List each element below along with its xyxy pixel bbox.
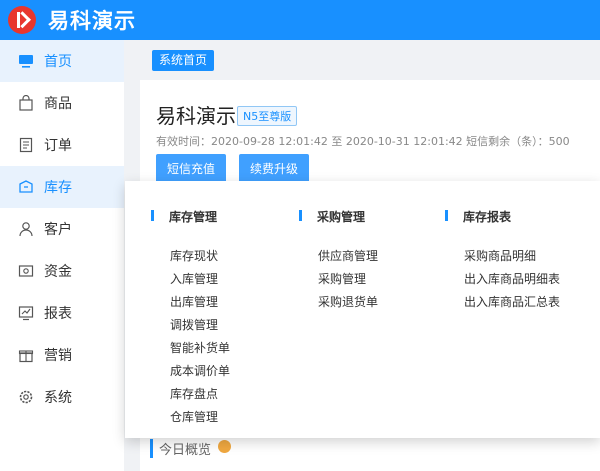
- document-list-icon: [18, 137, 34, 153]
- sidebar-item-home[interactable]: 首页: [0, 40, 124, 82]
- breadcrumb-tab-home[interactable]: 系统首页: [152, 50, 215, 71]
- edition-badge: N5至尊版: [237, 106, 298, 126]
- sidebar-item-reports[interactable]: 报表: [0, 292, 124, 334]
- sidebar-item-label: 首页: [44, 54, 72, 70]
- sidebar-item-orders[interactable]: 订单: [0, 124, 124, 166]
- sidebar-item-label: 库存: [44, 180, 72, 196]
- store-info-card: 易科演示 N5至尊版 有效时间：2020-09-28 12:01:42 至 20…: [140, 80, 600, 190]
- shopping-bag-icon: [18, 95, 34, 111]
- menu-column-title: 库存管理: [151, 209, 230, 225]
- menu-column-title: 库存报表: [445, 209, 560, 225]
- menu-column-inventory-management: 库存管理 库存现状 入库管理 出库管理 调拨管理 智能补货单 成本调价单 库存盘…: [151, 209, 230, 429]
- wallet-icon: [18, 263, 34, 279]
- menu-item-smart-replenish[interactable]: 智能补货单: [151, 337, 230, 360]
- menu-item-suppliers[interactable]: 供应商管理: [299, 245, 378, 268]
- top-bar: 易科演示: [0, 0, 600, 40]
- sidebar-item-label: 商品: [44, 96, 72, 112]
- sidebar-item-customers[interactable]: 客户: [0, 208, 124, 250]
- menu-item-cost-adjust[interactable]: 成本调价单: [151, 360, 230, 383]
- sms-recharge-button[interactable]: 短信充值: [156, 154, 226, 184]
- sidebar-item-label: 系统: [44, 390, 72, 406]
- sidebar-item-label: 订单: [44, 138, 72, 154]
- menu-item-stocktake[interactable]: 库存盘点: [151, 383, 230, 406]
- menu-item-inbound[interactable]: 入库管理: [151, 268, 230, 291]
- logo-icon[interactable]: [8, 6, 36, 34]
- sidebar-item-label: 客户: [44, 222, 72, 238]
- menu-item-purchase-returns[interactable]: 采购退货单: [299, 291, 378, 314]
- menu-column-purchase-management: 采购管理 供应商管理 采购管理 采购退货单: [299, 209, 378, 314]
- user-icon: [18, 221, 34, 237]
- menu-item-io-detail[interactable]: 出入库商品明细表: [445, 268, 560, 291]
- menu-item-io-summary[interactable]: 出入库商品汇总表: [445, 291, 560, 314]
- sidebar: 首页 商品 订单 库存 客户 资金 报表 营销 系统: [0, 40, 124, 471]
- sidebar-item-label: 营销: [44, 348, 72, 364]
- validity-text: 有效时间：2020-09-28 12:01:42 至 2020-10-31 12…: [156, 135, 570, 148]
- info-icon[interactable]: [218, 440, 231, 453]
- sidebar-item-inventory[interactable]: 库存: [0, 166, 124, 208]
- menu-item-warehouse[interactable]: 仓库管理: [151, 406, 230, 429]
- menu-column-title: 采购管理: [299, 209, 378, 225]
- sidebar-item-system[interactable]: 系统: [0, 376, 124, 418]
- menu-item-purchases[interactable]: 采购管理: [299, 268, 378, 291]
- sidebar-item-products[interactable]: 商品: [0, 82, 124, 124]
- menu-item-transfer[interactable]: 调拨管理: [151, 314, 230, 337]
- sidebar-item-marketing[interactable]: 营销: [0, 334, 124, 376]
- sidebar-item-label: 资金: [44, 264, 72, 280]
- menu-column-inventory-reports: 库存报表 采购商品明细 出入库商品明细表 出入库商品汇总表: [445, 209, 560, 314]
- inventory-box-icon: [18, 179, 34, 195]
- sidebar-item-label: 报表: [44, 306, 72, 322]
- app-title: 易科演示: [48, 9, 136, 33]
- renew-upgrade-button[interactable]: 续费升级: [239, 154, 309, 184]
- menu-item-stock-status[interactable]: 库存现状: [151, 245, 230, 268]
- gift-icon: [18, 347, 34, 363]
- menu-item-purchase-detail[interactable]: 采购商品明细: [445, 245, 560, 268]
- inventory-dropdown-menu: 库存管理 库存现状 入库管理 出库管理 调拨管理 智能补货单 成本调价单 库存盘…: [125, 181, 600, 438]
- chart-icon: [18, 305, 34, 321]
- overview-title: 今日概览: [150, 439, 211, 458]
- sidebar-item-funds[interactable]: 资金: [0, 250, 124, 292]
- gear-icon: [18, 389, 34, 405]
- store-name: 易科演示: [156, 104, 236, 128]
- monitor-icon: [18, 53, 34, 69]
- menu-item-outbound[interactable]: 出库管理: [151, 291, 230, 314]
